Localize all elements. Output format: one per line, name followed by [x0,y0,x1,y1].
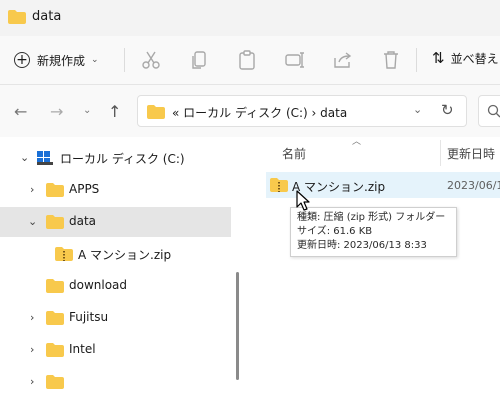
tree-item-apps[interactable]: › APPS [0,175,231,205]
sort-caret-icon: ︿ [352,137,362,147]
tree-item-label: A マンション.zip [78,248,172,262]
chevron-down-icon[interactable]: ⌄ [20,151,29,164]
folder-icon [46,279,64,293]
search-icon [487,104,500,118]
refresh-icon[interactable]: ↻ [441,101,454,119]
tooltip-modified: 更新日時: 2023/06/13 8:33 [297,240,427,251]
chevron-down-icon[interactable]: ⌄ [413,103,422,116]
forward-arrow-icon[interactable]: → [50,102,63,121]
tree-item-data[interactable]: ⌄ data [0,207,231,237]
search-box[interactable] [478,95,500,127]
tree-item-zip[interactable]: A マンション.zip [0,239,231,269]
folder-icon [46,375,64,389]
address-bar[interactable]: « ローカル ディスク (C:) › data ⌄ ↻ [137,95,467,127]
folder-icon [147,105,165,119]
file-tooltip: 種類: 圧縮 (zip 形式) フォルダー サイズ: 61.6 KB 更新日時:… [290,207,457,257]
tree-item-intel[interactable]: › Intel [0,335,231,365]
title-bar: data [0,0,500,36]
sort-button-label: 並べ替え [450,51,499,66]
chevron-down-icon: ⌄ [91,55,99,65]
scrollbar[interactable] [236,272,239,380]
up-arrow-icon[interactable]: ↑ [108,102,121,121]
divider [416,48,417,72]
tree-item-local-disk[interactable]: ⌄ ローカル ディスク (C:) [0,143,231,173]
tree-item-partial[interactable]: › [0,367,231,397]
folder-icon [46,311,64,325]
delete-icon[interactable] [379,48,403,72]
folder-icon [46,183,64,197]
tree-item-label: Intel [69,342,96,356]
folder-icon [46,343,64,357]
tree-item-label: Fujitsu [69,310,109,324]
sort-button[interactable]: ⇅ 並べ替え [432,49,499,67]
new-button-label: 新規作成 [37,53,86,68]
share-icon[interactable] [331,48,355,72]
rename-icon[interactable] [283,48,307,72]
chevron-right-icon[interactable]: › [30,183,34,196]
command-bar: + 新規作成 ⌄ ⇅ 並べ替え [0,36,500,85]
window-title: data [32,9,62,24]
chevron-down-icon[interactable]: ⌄ [28,215,37,228]
column-header-name[interactable]: 名前 [282,145,306,162]
zip-folder-icon [270,178,288,192]
zip-folder-icon [55,247,73,261]
tooltip-type: 種類: 圧縮 (zip 形式) フォルダー [297,212,446,223]
tree-item-download[interactable]: download [0,271,231,301]
folder-icon [46,215,64,229]
file-date: 2023/06/1 [447,179,500,192]
divider [124,48,125,72]
chevron-right-icon[interactable]: › [30,375,34,388]
tree-item-fujitsu[interactable]: › Fujitsu [0,303,231,333]
sort-icon: ⇅ [432,49,445,67]
back-arrow-icon[interactable]: ← [14,102,27,121]
drive-icon [37,151,53,165]
chevron-right-icon[interactable]: › [30,343,34,356]
tree-item-label: APPS [69,182,100,196]
recent-dropdown-icon[interactable]: ⌄ [83,105,91,116]
column-divider[interactable] [440,140,441,166]
mouse-cursor-icon [296,190,310,211]
tree-item-label: ローカル ディスク (C:) [60,152,185,166]
address-path: « ローカル ディスク (C:) › data [172,106,348,120]
cut-icon[interactable] [139,48,163,72]
new-button[interactable]: + 新規作成 ⌄ [14,47,99,73]
tooltip-size: サイズ: 61.6 KB [297,226,373,237]
tree-item-label: data [69,214,97,228]
tree-item-label: download [69,278,128,292]
plus-icon: + [14,52,30,68]
copy-icon[interactable] [187,48,211,72]
chevron-right-icon[interactable]: › [30,311,34,324]
paste-icon[interactable] [235,48,259,72]
column-header-modified[interactable]: 更新日時 [447,145,495,162]
folder-icon [8,10,26,24]
